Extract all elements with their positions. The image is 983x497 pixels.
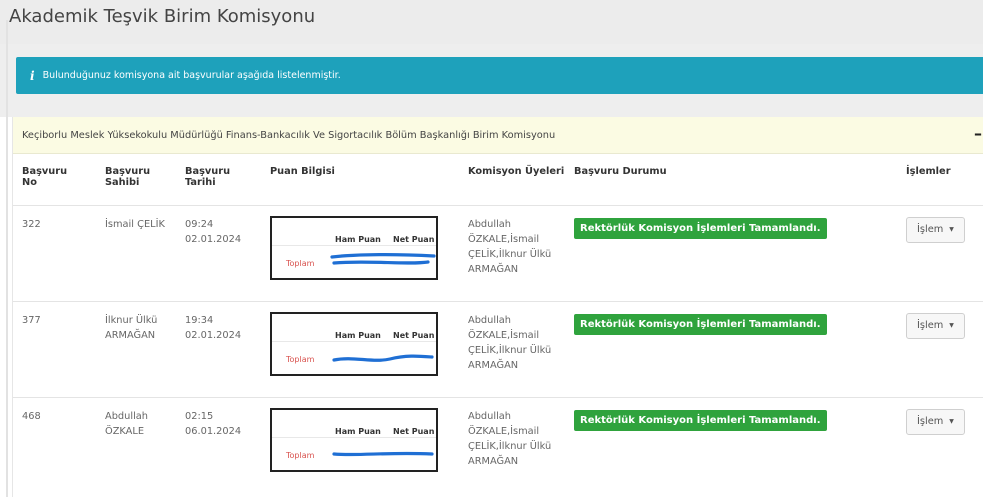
row-actions: İşlem ▼ (906, 205, 983, 302)
application-owner: İsmail ÇELİK (105, 205, 185, 302)
card-header: Keçiborlu Meslek Yüksekokulu Müdürlüğü F… (13, 117, 983, 154)
status-badge: Rektörlük Komisyon İşlemleri Tamamlandı. (574, 409, 827, 431)
net-score-label: Net Puan (393, 330, 435, 340)
applications-table: Başvuru No Başvuru Sahibi Başvuru Tarihi… (13, 154, 983, 493)
committee-members: Abdullah ÖZKALE,İsmail ÇELİK,İlknur Ülkü AR… (468, 410, 552, 467)
side-divider (6, 20, 8, 497)
application-date: 09:24 02.01.2024 (185, 205, 270, 302)
net-score-label: Net Puan (393, 234, 435, 244)
col-header-owner: Başvuru Sahibi (105, 154, 185, 206)
info-icon: i (30, 68, 35, 83)
raw-score-label: Ham Puan (335, 426, 381, 436)
caret-down-icon: ▼ (949, 418, 954, 425)
score-header: Ham Puan Net Puan (272, 324, 436, 342)
redaction-scribble (332, 451, 434, 456)
score-header: Ham Puan Net Puan (272, 420, 436, 438)
redaction-scribble (332, 354, 434, 362)
status-badge: Rektörlük Komisyon İşlemleri Tamamlandı. (574, 217, 827, 239)
page-title: Akademik Teşvik Birim Komisyonu (9, 6, 316, 27)
application-status: Rektörlük Komisyon İşlemleri Tamamlandı. (574, 205, 906, 302)
score-box: Ham Puan Net Puan Toplam (270, 215, 438, 280)
table-row: 468 Abdullah ÖZKALE 02:15 06.01.2024 Ham… (13, 397, 983, 493)
application-status: Rektörlük Komisyon İşlemleri Tamamlandı. (574, 397, 906, 493)
total-label: Toplam (286, 354, 315, 364)
col-header-actions: İşlemler (906, 154, 983, 206)
redaction-scribble (330, 252, 436, 265)
status-badge: Rektörlük Komisyon İşlemleri Tamamlandı. (574, 313, 827, 335)
application-no: 322 (13, 205, 105, 302)
page-header: Akademik Teşvik Birim Komisyonu (0, 0, 983, 44)
info-alert-text: Bulunduğunuz komisyona ait başvurular aş… (42, 70, 341, 81)
action-dropdown-button[interactable]: İşlem ▼ (906, 312, 965, 339)
action-dropdown-button[interactable]: İşlem ▼ (906, 216, 965, 243)
total-label: Toplam (286, 258, 315, 268)
col-header-date: Başvuru Tarihi (185, 154, 270, 206)
action-button-label: İşlem (917, 224, 944, 235)
card-title: Keçiborlu Meslek Yüksekokulu Müdürlüğü F… (22, 129, 556, 141)
committee-members: Abdullah ÖZKALE,İsmail ÇELİK,İlknur Ülkü AR… (468, 301, 574, 398)
row-actions: İşlem ▼ (906, 301, 983, 398)
net-score-label: Net Puan (393, 426, 435, 436)
score-info: Ham Puan Net Puan Toplam (270, 397, 468, 493)
collapse-button[interactable]: – (974, 126, 982, 142)
raw-score-label: Ham Puan (335, 234, 381, 244)
score-header: Ham Puan Net Puan (272, 228, 436, 246)
application-no: 468 (22, 410, 41, 422)
col-header-no: Başvuru No (13, 154, 105, 206)
raw-score-label: Ham Puan (335, 330, 381, 340)
total-label: Toplam (286, 450, 315, 460)
action-dropdown-button[interactable]: İşlem ▼ (906, 408, 965, 435)
row-actions: İşlem ▼ (906, 397, 983, 493)
committee-card: Keçiborlu Meslek Yüksekokulu Müdürlüğü F… (12, 117, 983, 497)
application-owner: Abdullah ÖZKALE (105, 410, 149, 437)
col-header-score: Puan Bilgisi (270, 154, 468, 206)
score-info: Ham Puan Net Puan Toplam (270, 301, 468, 398)
table-row: 322 İsmail ÇELİK 09:24 02.01.2024 Ham Pu… (13, 205, 983, 302)
application-no: 377 (13, 301, 105, 398)
action-button-label: İşlem (917, 320, 944, 331)
application-status: Rektörlük Komisyon İşlemleri Tamamlandı. (574, 301, 906, 398)
caret-down-icon: ▼ (949, 322, 954, 329)
application-date: 02:15 06.01.2024 (185, 410, 242, 437)
col-header-status: Başvuru Durumu (574, 154, 906, 206)
col-header-members: Komisyon Üyeleri (468, 154, 574, 206)
table-row: 377 İlknur Ülkü ARMAĞAN 19:34 02.01.2024… (13, 301, 983, 398)
score-box: Ham Puan Net Puan Toplam (270, 311, 438, 376)
table-header-row: Başvuru No Başvuru Sahibi Başvuru Tarihi… (13, 154, 983, 206)
info-alert: i Bulunduğunuz komisyona ait başvurular … (16, 57, 983, 94)
action-button-label: İşlem (917, 416, 944, 427)
committee-members: Abdullah ÖZKALE,İsmail ÇELİK,İlknur Ülkü AR… (468, 205, 574, 302)
application-date: 19:34 02.01.2024 (185, 301, 270, 398)
score-box: Ham Puan Net Puan Toplam (270, 407, 438, 472)
score-info: Ham Puan Net Puan Toplam (270, 205, 468, 302)
application-owner: İlknur Ülkü ARMAĞAN (105, 301, 185, 398)
caret-down-icon: ▼ (949, 226, 954, 233)
